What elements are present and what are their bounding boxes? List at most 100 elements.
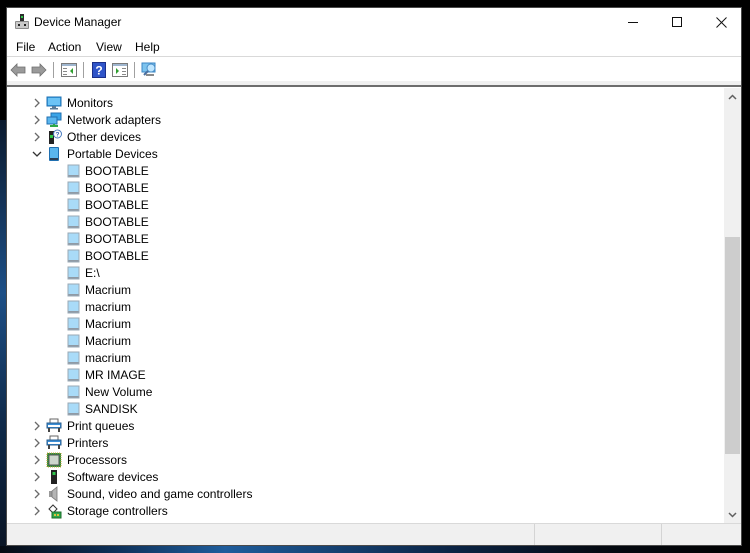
maximize-icon (671, 17, 682, 27)
tree-node-label: BOOTABLE (85, 181, 149, 195)
tree-node[interactable]: E:\ (7, 265, 724, 282)
status-pane-main (7, 524, 534, 545)
tree-node-label: Other devices (67, 130, 142, 144)
tree-node[interactable]: BOOTABLE (7, 231, 724, 248)
scrollbar-thumb[interactable] (725, 237, 740, 454)
tree-node-label: Macrium (85, 317, 132, 331)
tree-node[interactable]: BOOTABLE (7, 180, 724, 197)
tree-node[interactable]: macrium (7, 299, 724, 316)
storage-controller-icon (46, 503, 62, 519)
tree-node-label: E:\ (85, 266, 100, 280)
tree-node-label: macrium (85, 351, 132, 365)
tree-node[interactable]: macrium (7, 350, 724, 367)
portable-device-icon (46, 146, 62, 162)
chevron-right-icon[interactable] (32, 131, 42, 143)
scroll-down-button[interactable] (724, 506, 741, 523)
network-adapter-icon (46, 112, 62, 128)
maximize-button[interactable] (655, 8, 699, 37)
action-pane-icon (112, 63, 128, 77)
help-button[interactable]: ? (90, 61, 108, 79)
tree-node[interactable]: New Volume (7, 384, 724, 401)
tree-node[interactable]: Storage controllers (7, 503, 724, 520)
drive-icon (65, 248, 81, 264)
tree-node-label: Print queues (67, 419, 135, 433)
software-device-icon (46, 469, 62, 485)
tree-node[interactable]: Printers (7, 435, 724, 452)
tree-node[interactable]: Network adapters (7, 112, 724, 129)
tree-node[interactable]: Monitors (7, 95, 724, 112)
tree-node[interactable]: BOOTABLE (7, 163, 724, 180)
tree-node-label: Macrium (85, 283, 132, 297)
tree-node-label: Printers (67, 436, 109, 450)
tree-node-label: Processors (67, 453, 128, 467)
drive-icon (65, 299, 81, 315)
chevron-right-icon[interactable] (32, 471, 42, 483)
tree-node[interactable]: Processors (7, 452, 724, 469)
close-icon (715, 17, 727, 28)
printer-icon (46, 418, 62, 434)
tree-node[interactable]: SANDISK (7, 401, 724, 418)
show-hide-action-pane-button[interactable] (111, 61, 129, 79)
menu-file[interactable]: File (15, 40, 36, 54)
processor-icon (46, 452, 62, 468)
tree-node-label: Macrium (85, 334, 132, 348)
toolbar-separator (83, 62, 84, 78)
back-button[interactable] (9, 61, 27, 79)
drive-icon (65, 163, 81, 179)
status-pane-2 (534, 524, 661, 545)
close-button[interactable] (699, 8, 741, 37)
minimize-button[interactable] (611, 8, 655, 37)
drive-icon (65, 384, 81, 400)
tree-node[interactable]: BOOTABLE (7, 248, 724, 265)
scan-hardware-changes-button[interactable] (141, 61, 159, 79)
chevron-right-icon[interactable] (32, 488, 42, 500)
help-icon: ? (92, 62, 106, 78)
tree-node[interactable]: Macrium (7, 333, 724, 350)
tree-node-label: macrium (85, 300, 132, 314)
show-hide-console-tree-button[interactable] (60, 61, 78, 79)
forward-button[interactable] (30, 61, 48, 79)
tree-node-label: New Volume (85, 385, 153, 399)
status-bar (7, 523, 741, 545)
menu-help[interactable]: Help (134, 40, 161, 54)
drive-icon (65, 180, 81, 196)
tree-node[interactable]: Portable Devices (7, 146, 724, 163)
toolbar-divider (7, 81, 741, 87)
tree-node[interactable]: Print queues (7, 418, 724, 435)
chevron-right-icon[interactable] (32, 454, 42, 466)
tree-node-label: BOOTABLE (85, 232, 149, 246)
scroll-up-button[interactable] (724, 88, 741, 105)
chevron-right-icon[interactable] (32, 505, 42, 517)
chevron-right-icon[interactable] (32, 97, 42, 109)
tree-node[interactable]: Software devices (7, 469, 724, 486)
tree-node[interactable]: BOOTABLE (7, 197, 724, 214)
chevron-down-icon[interactable] (32, 148, 42, 160)
drive-icon (65, 214, 81, 230)
tree-node[interactable]: Sound, video and game controllers (7, 486, 724, 503)
chevron-right-icon[interactable] (32, 420, 42, 432)
tree-node-label: BOOTABLE (85, 249, 149, 263)
tree-node[interactable]: ? Other devices (7, 129, 724, 146)
tree-node[interactable]: BOOTABLE (7, 214, 724, 231)
tree-node[interactable]: Macrium (7, 316, 724, 333)
title-bar[interactable]: Device Manager (7, 8, 741, 37)
drive-icon (65, 367, 81, 383)
tree-node-label: Network adapters (67, 113, 162, 127)
toolbar-separator (53, 62, 54, 78)
printer-icon (46, 435, 62, 451)
drive-icon (65, 333, 81, 349)
menu-bar: File Action View Help (7, 37, 741, 57)
tree-node[interactable]: MR IMAGE (7, 367, 724, 384)
chevron-right-icon[interactable] (32, 114, 42, 126)
tree-node-label: Software devices (67, 470, 159, 484)
scan-monitor-icon (141, 62, 156, 76)
device-tree[interactable]: Monitors Network adapters ? Other devices Po… (7, 88, 724, 523)
menu-action[interactable]: Action (47, 40, 82, 54)
tree-node[interactable]: Macrium (7, 282, 724, 299)
chevron-right-icon[interactable] (32, 437, 42, 449)
device-manager-app-icon (15, 14, 29, 29)
svg-text:?: ? (95, 64, 102, 78)
vertical-scrollbar[interactable] (724, 88, 741, 523)
drive-icon (65, 401, 81, 417)
menu-view[interactable]: View (95, 40, 123, 54)
